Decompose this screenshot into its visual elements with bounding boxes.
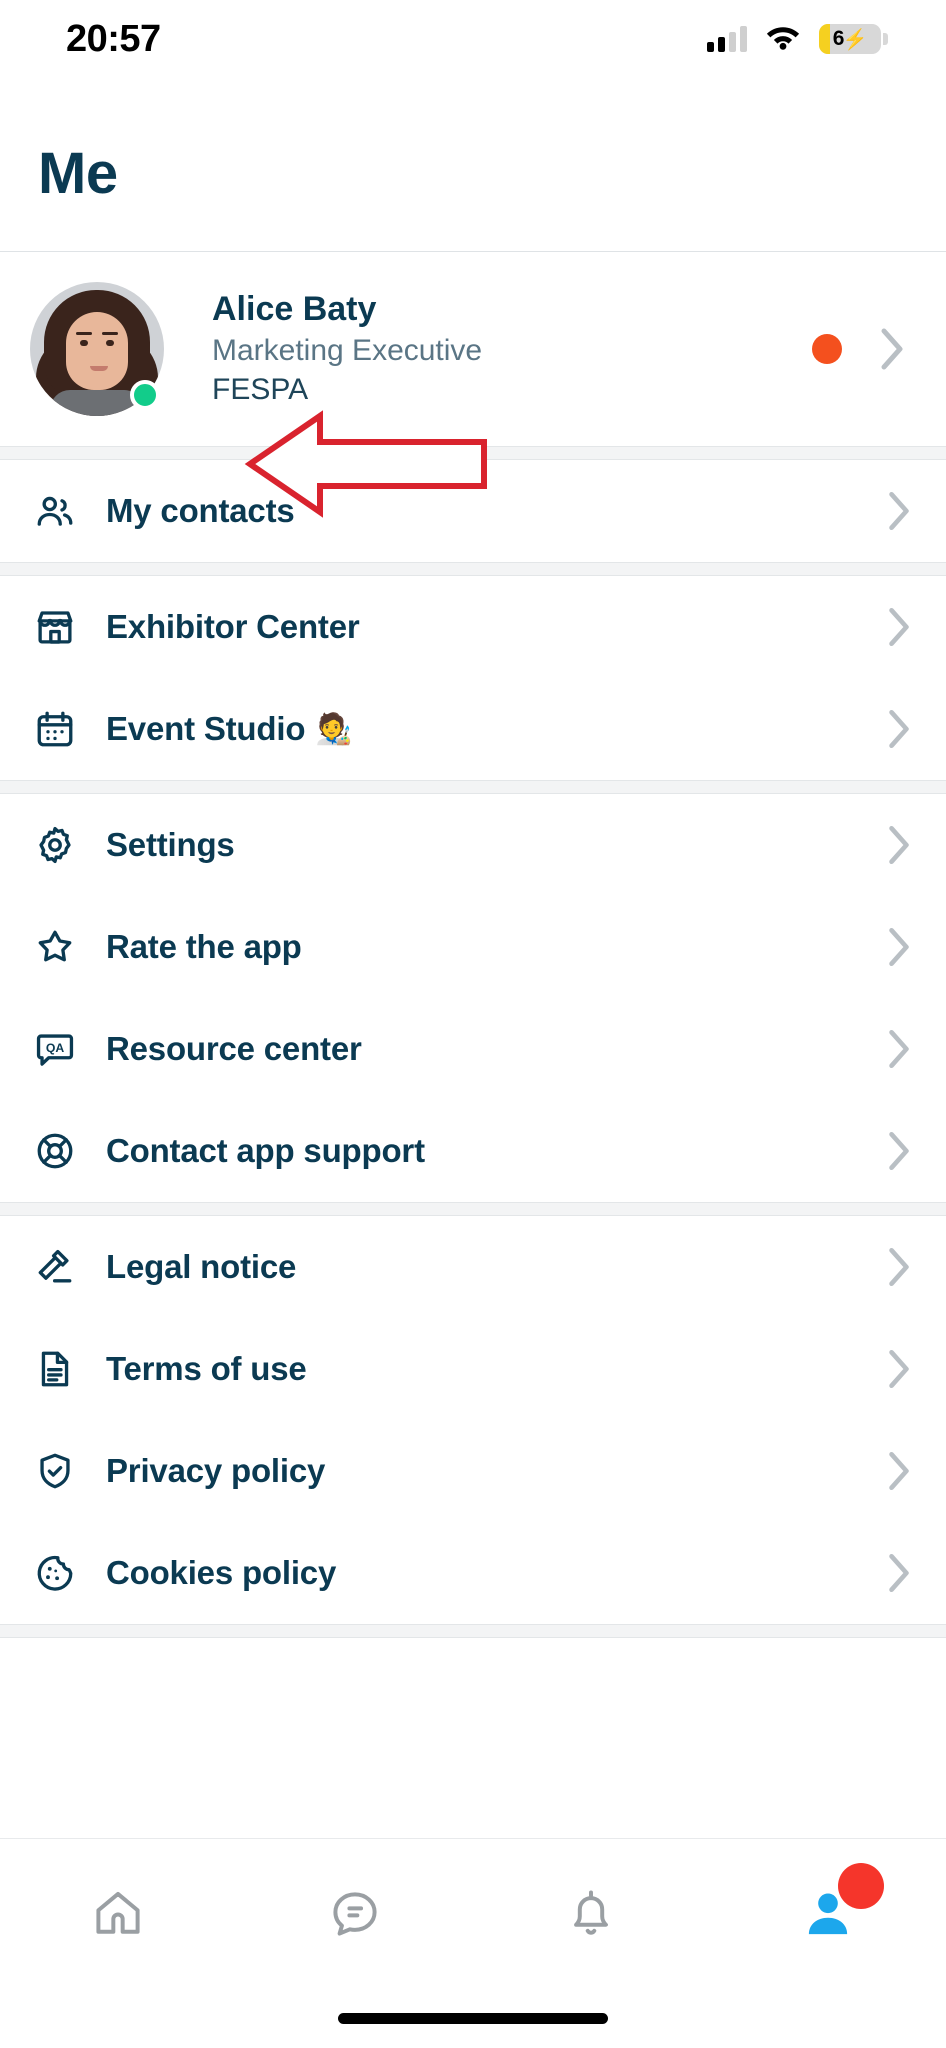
menu-item-privacy-policy[interactable]: Privacy policy <box>0 1420 946 1522</box>
page-title: Me <box>38 141 118 206</box>
chevron-right-icon[interactable] <box>886 490 918 532</box>
menu-item-label: Legal notice <box>106 1248 297 1285</box>
app-screen: 20:57 6 ⚡ Me Alice Baty Marketing Execut… <box>0 0 946 2048</box>
menu-item-text: Event Studio <box>106 710 306 747</box>
group-separator <box>0 780 946 794</box>
menu-item-label: Exhibitor Center <box>106 608 360 645</box>
menu-item-label: My contacts <box>106 492 295 529</box>
chevron-right-icon[interactable] <box>886 824 918 866</box>
profile-notification-dot <box>812 334 842 364</box>
menu-item-label: Privacy policy <box>106 1452 326 1489</box>
cookie-icon <box>34 1552 96 1594</box>
lifebuoy-icon <box>34 1130 96 1172</box>
battery-indicator: 6 ⚡ <box>819 24 888 54</box>
gavel-icon <box>34 1246 96 1288</box>
profile-info: Alice Baty Marketing Executive FESPA <box>164 288 812 410</box>
group-separator <box>0 1624 946 1638</box>
calendar-icon <box>34 708 96 750</box>
home-indicator <box>0 1988 946 2048</box>
content-filler <box>0 1638 946 1838</box>
chevron-right-icon[interactable] <box>878 327 912 371</box>
profile-actions <box>812 327 918 371</box>
menu-item-label: Terms of use <box>106 1350 307 1387</box>
artist-emoji: 🧑‍🎨 <box>315 712 353 746</box>
wifi-icon <box>765 23 801 55</box>
home-icon <box>90 1886 146 1942</box>
chevron-right-icon[interactable] <box>886 1450 918 1492</box>
document-icon <box>34 1348 96 1390</box>
charging-bolt-icon: ⚡ <box>842 28 868 51</box>
profile-company: FESPA <box>212 373 309 407</box>
profile-name: Alice Baty <box>212 290 377 329</box>
menu-item-label: Event Studio 🧑‍🎨 <box>96 710 886 748</box>
gear-icon <box>34 824 96 866</box>
group-separator <box>0 562 946 576</box>
chevron-right-icon[interactable] <box>886 606 918 648</box>
bell-icon <box>563 1886 619 1942</box>
menu-group-legal: Legal notice Terms of use Privacy policy… <box>0 1216 946 1624</box>
status-indicators: 6 ⚡ <box>707 23 888 55</box>
svg-text:QA: QA <box>46 1041 65 1055</box>
group-separator <box>0 1202 946 1216</box>
shield-check-icon <box>34 1450 96 1492</box>
tab-home[interactable] <box>0 1839 237 1988</box>
chevron-right-icon[interactable] <box>886 1246 918 1288</box>
menu-item-legal-notice[interactable]: Legal notice <box>0 1216 946 1318</box>
tab-messages[interactable] <box>237 1839 474 1988</box>
menu-group-settings: Settings Rate the app QA Resource center… <box>0 794 946 1202</box>
cellular-signal-icon <box>707 26 747 52</box>
chat-bubble-icon <box>327 1886 383 1942</box>
profile-card[interactable]: Alice Baty Marketing Executive FESPA <box>0 252 946 446</box>
group-separator <box>0 446 946 460</box>
menu-item-label: Rate the app <box>106 928 302 965</box>
menu-group-contacts: My contacts <box>0 460 946 562</box>
menu-group-organizer: Exhibitor Center Event Studio 🧑‍🎨 <box>0 576 946 780</box>
chevron-right-icon[interactable] <box>886 1552 918 1594</box>
chevron-right-icon[interactable] <box>886 1130 918 1172</box>
bottom-tab-bar <box>0 1838 946 1988</box>
contacts-icon <box>34 490 96 532</box>
profile-role: Marketing Executive <box>212 333 483 367</box>
qa-bubble-icon: QA <box>34 1028 96 1070</box>
chevron-right-icon[interactable] <box>886 1348 918 1390</box>
menu-item-resource-center[interactable]: QA Resource center <box>0 998 946 1100</box>
menu-item-event-studio[interactable]: Event Studio 🧑‍🎨 <box>0 678 946 780</box>
chevron-right-icon[interactable] <box>886 708 918 750</box>
menu-item-label: Contact app support <box>106 1132 425 1169</box>
tab-profile[interactable] <box>710 1839 946 1988</box>
menu-item-contact-app-support[interactable]: Contact app support <box>0 1100 946 1202</box>
menu-item-exhibitor-center[interactable]: Exhibitor Center <box>0 576 946 678</box>
menu-item-label: Settings <box>106 826 235 863</box>
menu-item-terms-of-use[interactable]: Terms of use <box>0 1318 946 1420</box>
menu-item-rate-the-app[interactable]: Rate the app <box>0 896 946 998</box>
storefront-icon <box>34 606 96 648</box>
menu-item-label: Cookies policy <box>106 1554 337 1591</box>
status-clock: 20:57 <box>66 17 161 60</box>
chevron-right-icon[interactable] <box>886 1028 918 1070</box>
menu-item-cookies-policy[interactable]: Cookies policy <box>0 1522 946 1624</box>
avatar[interactable] <box>30 282 164 416</box>
tab-notifications[interactable] <box>473 1839 710 1988</box>
menu-item-settings[interactable]: Settings <box>0 794 946 896</box>
status-bar: 20:57 6 ⚡ <box>0 0 946 78</box>
online-status-dot <box>130 380 160 410</box>
menu-item-label: Resource center <box>106 1030 362 1067</box>
menu-item-my-contacts[interactable]: My contacts <box>0 460 946 562</box>
star-icon <box>34 926 96 968</box>
chevron-right-icon[interactable] <box>886 926 918 968</box>
profile-tab-badge <box>837 1863 884 1909</box>
